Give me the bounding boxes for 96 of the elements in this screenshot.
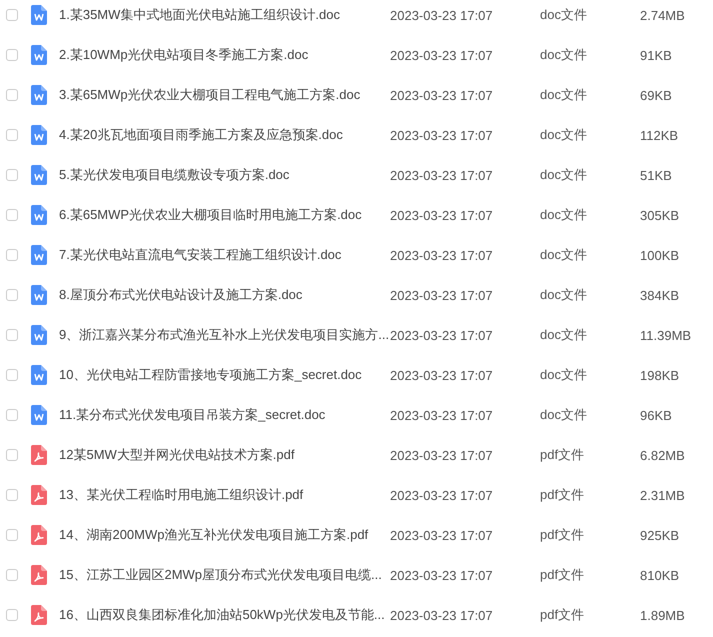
file-name[interactable]: 13、某光伏工程临时用电施工组织设计.pdf xyxy=(59,486,390,504)
file-size: 51KB xyxy=(640,168,672,182)
checkbox[interactable] xyxy=(6,289,18,301)
file-name[interactable]: 2.某10WMp光伏电站项目冬季施工方案.doc xyxy=(59,46,390,64)
file-name[interactable]: 6.某65MWP光伏农业大棚项目临时用电施工方案.doc xyxy=(59,206,390,224)
checkbox[interactable] xyxy=(6,529,18,541)
modified-date: 2023-03-23 17:07 xyxy=(390,288,494,302)
file-name[interactable]: 8.屋顶分布式光伏电站设计及施工方案.doc xyxy=(59,286,390,304)
modified-date: 2023-03-23 17:07 xyxy=(390,448,494,462)
modified-date: 2023-03-23 17:07 xyxy=(390,408,494,422)
checkbox[interactable] xyxy=(6,49,18,61)
modified-date: 2023-03-23 17:07 xyxy=(390,128,494,142)
document-icon xyxy=(31,325,47,345)
modified-date: 2023-03-23 17:07 xyxy=(390,608,494,622)
modified-date: 2023-03-23 17:07 xyxy=(390,568,494,582)
file-name[interactable]: 12某5MW大型并网光伏电站技术方案.pdf xyxy=(59,446,390,464)
file-type: pdf文件 xyxy=(540,566,586,584)
file-name[interactable]: 14、湖南200MWp渔光互补光伏发电项目施工方案.pdf xyxy=(59,526,390,544)
document-icon xyxy=(31,125,47,145)
file-type: doc文件 xyxy=(540,326,588,344)
checkbox[interactable] xyxy=(6,569,18,581)
file-name[interactable]: 4.某20兆瓦地面项目雨季施工方案及应急预案.doc xyxy=(59,126,390,144)
file-size: 11.39MB xyxy=(640,328,692,342)
file-name[interactable]: 3.某65MWp光伏农业大棚项目工程电气施工方案.doc xyxy=(59,86,390,104)
checkbox[interactable] xyxy=(6,169,18,181)
file-type: doc文件 xyxy=(540,406,588,424)
document-icon xyxy=(31,365,47,385)
file-name[interactable]: 7.某光伏电站直流电气安装工程施工组织设计.doc xyxy=(59,246,390,264)
checkbox[interactable] xyxy=(6,249,18,261)
file-type: doc文件 xyxy=(540,126,588,144)
file-type: doc文件 xyxy=(540,86,588,104)
file-size: 6.82MB xyxy=(640,448,685,462)
file-type: doc文件 xyxy=(540,206,588,224)
document-icon xyxy=(31,5,47,25)
file-name[interactable]: 11.某分布式光伏发电项目吊装方案_secret.doc xyxy=(59,406,390,424)
file-type: pdf文件 xyxy=(540,606,586,624)
checkbox[interactable] xyxy=(6,89,18,101)
document-icon xyxy=(31,85,47,105)
checkbox[interactable] xyxy=(6,209,18,221)
file-type: pdf文件 xyxy=(540,446,586,464)
pdf-file-icon xyxy=(31,525,47,545)
file-size: 2.31MB xyxy=(640,488,685,502)
pdf-file-icon xyxy=(31,485,47,505)
checkbox[interactable] xyxy=(6,9,18,21)
document-icon xyxy=(31,285,47,305)
file-size: 384KB xyxy=(640,288,680,302)
file-size: 91KB xyxy=(640,48,672,62)
file-type: pdf文件 xyxy=(540,526,586,544)
modified-date: 2023-03-23 17:07 xyxy=(390,528,494,542)
file-name[interactable]: 16、山西双良集团标准化加油站50kWp光伏发电及节能... xyxy=(59,606,390,624)
file-type: pdf文件 xyxy=(540,486,586,504)
checkbox[interactable] xyxy=(6,329,18,341)
file-type: doc文件 xyxy=(540,246,588,264)
file-size: 100KB xyxy=(640,248,680,262)
modified-date: 2023-03-23 17:07 xyxy=(390,368,494,382)
document-icon xyxy=(31,165,47,185)
file-name[interactable]: 9、浙江嘉兴某分布式渔光互补水上光伏发电项目实施方... xyxy=(59,326,390,344)
file-name[interactable]: 10、光伏电站工程防雷接地专项施工方案_secret.doc xyxy=(59,366,390,384)
file-size: 2.74MB xyxy=(640,8,685,22)
modified-date: 2023-03-23 17:07 xyxy=(390,168,494,182)
document-icon xyxy=(31,45,47,65)
file-size: 198KB xyxy=(640,368,680,382)
file-type: doc文件 xyxy=(540,286,588,304)
document-icon xyxy=(31,205,47,225)
checkbox[interactable] xyxy=(6,369,18,381)
modified-date: 2023-03-23 17:07 xyxy=(390,328,494,342)
modified-date: 2023-03-23 17:07 xyxy=(390,8,494,22)
modified-date: 2023-03-23 17:07 xyxy=(390,488,494,502)
file-size: 112KB xyxy=(640,128,678,142)
file-size: 925KB xyxy=(640,528,680,542)
file-type: doc文件 xyxy=(540,6,588,24)
file-size: 96KB xyxy=(640,408,672,422)
file-name[interactable]: 1.某35MW集中式地面光伏电站施工组织设计.doc xyxy=(59,6,390,24)
file-name[interactable]: 5.某光伏发电项目电缆敷设专项方案.doc xyxy=(59,166,390,184)
checkbox[interactable] xyxy=(6,449,18,461)
file-size: 1.89MB xyxy=(640,608,685,622)
file-size: 810KB xyxy=(640,568,680,582)
file-type: doc文件 xyxy=(540,166,588,184)
document-icon xyxy=(31,245,47,265)
modified-date: 2023-03-23 17:07 xyxy=(390,208,494,222)
file-name[interactable]: 15、江苏工业园区2MWp屋顶分布式光伏发电项目电缆... xyxy=(59,566,390,584)
checkbox[interactable] xyxy=(6,609,18,621)
modified-date: 2023-03-23 17:07 xyxy=(390,248,494,262)
file-size: 305KB xyxy=(640,208,680,222)
file-type: doc文件 xyxy=(540,46,588,64)
file-size: 69KB xyxy=(640,88,672,102)
modified-date: 2023-03-23 17:07 xyxy=(390,48,494,62)
checkbox[interactable] xyxy=(6,129,18,141)
checkbox[interactable] xyxy=(6,489,18,501)
pdf-file-icon xyxy=(31,445,47,465)
checkbox[interactable] xyxy=(6,409,18,421)
file-type: doc文件 xyxy=(540,366,588,384)
pdf-file-icon xyxy=(31,565,47,585)
pdf-file-icon xyxy=(31,605,47,625)
modified-date: 2023-03-23 17:07 xyxy=(390,88,494,102)
document-icon xyxy=(31,405,47,425)
